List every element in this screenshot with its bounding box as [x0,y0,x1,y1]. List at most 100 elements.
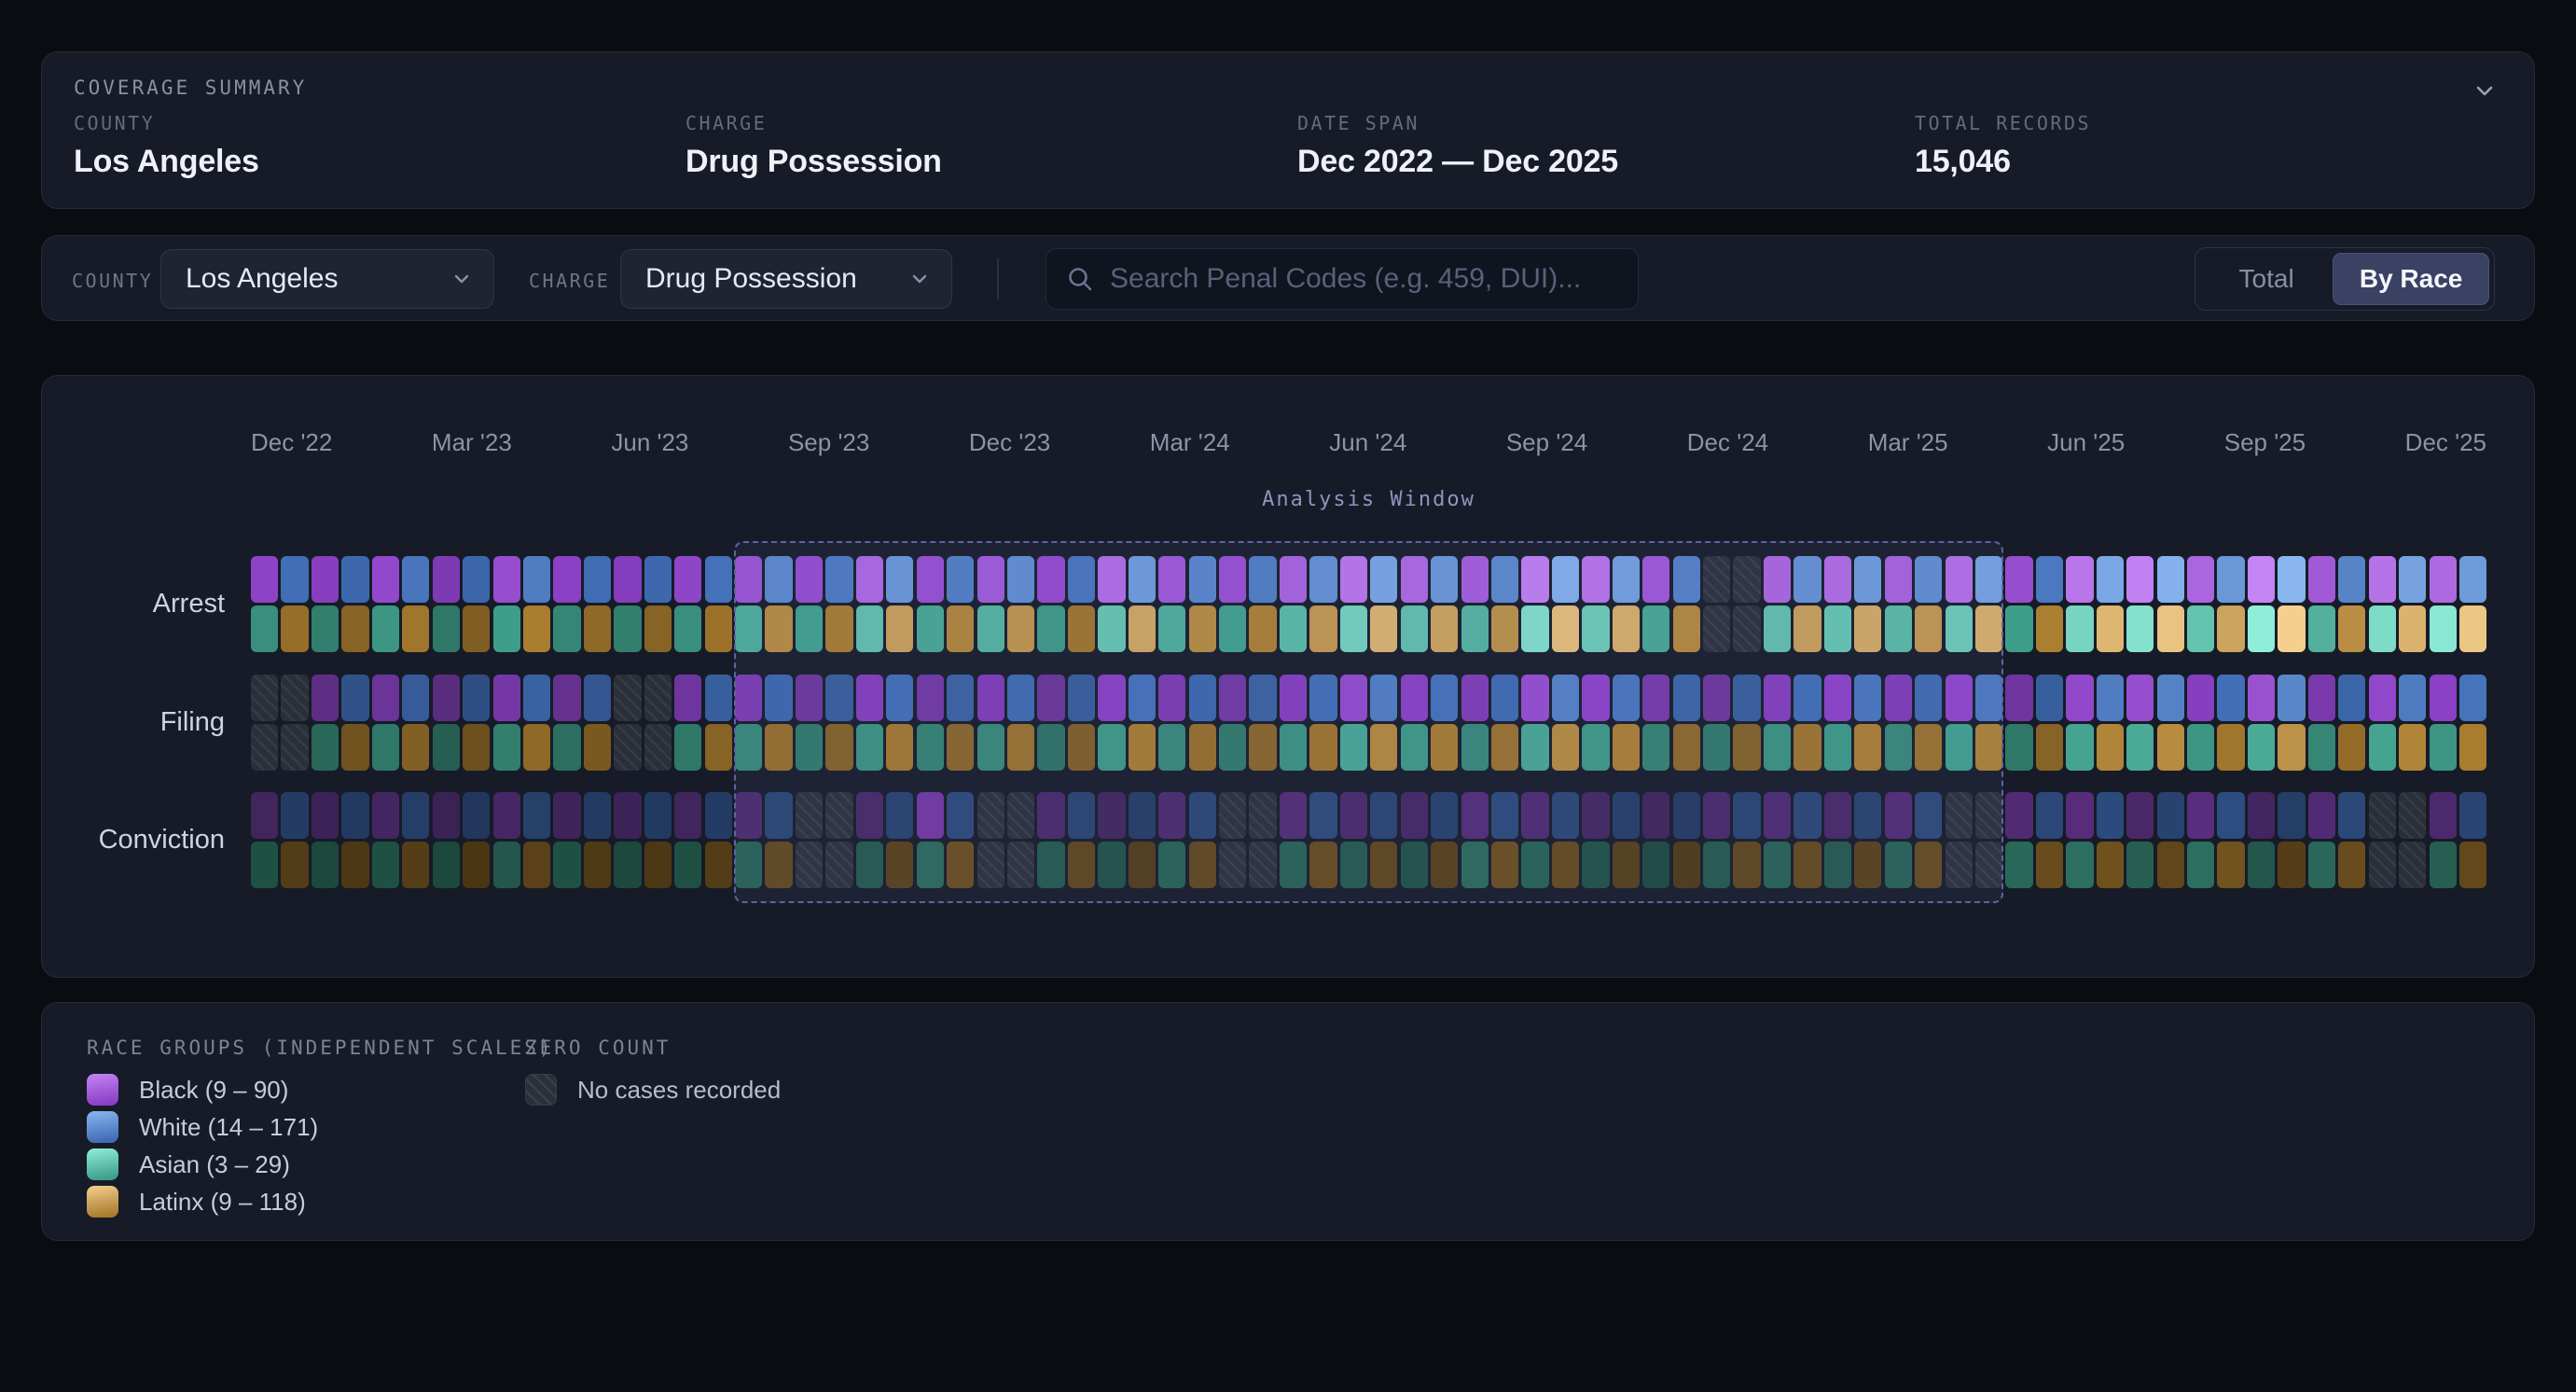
heatmap-cell[interactable] [1098,842,1125,888]
heatmap-cell[interactable] [1158,606,1185,652]
heatmap-cell[interactable] [1703,675,1730,721]
heatmap-cell[interactable] [1703,724,1730,771]
heatmap-cell[interactable] [1340,606,1367,652]
heatmap-cell[interactable] [1733,842,1760,888]
heatmap-cell[interactable] [281,842,308,888]
heatmap-cell[interactable] [433,556,460,603]
heatmap-cell[interactable] [2369,675,2396,721]
heatmap-cell[interactable] [1158,842,1185,888]
heatmap-cell[interactable] [1521,842,1548,888]
heatmap-cell[interactable] [1521,556,1548,603]
heatmap-cell[interactable] [1007,842,1034,888]
heatmap-cell[interactable] [1007,606,1034,652]
heatmap-cell[interactable] [1189,675,1216,721]
heatmap-cell[interactable] [2157,675,2184,721]
heatmap-cell[interactable] [1552,792,1579,839]
heatmap-cell[interactable] [2157,842,2184,888]
heatmap-cell[interactable] [1037,556,1064,603]
heatmap-cell[interactable] [1613,556,1640,603]
heatmap-cell[interactable] [1098,556,1125,603]
heatmap-cell[interactable] [1915,792,1942,839]
heatmap-cell[interactable] [1764,675,1791,721]
heatmap-cell[interactable] [825,792,852,839]
heatmap-cell[interactable] [1764,606,1791,652]
heatmap-cell[interactable] [372,556,399,603]
heatmap-cell[interactable] [2187,792,2214,839]
heatmap-cell[interactable] [1521,724,1548,771]
heatmap-cell[interactable] [1370,792,1397,839]
heatmap-cell[interactable] [1794,675,1821,721]
heatmap-cell[interactable] [2036,792,2063,839]
heatmap-cell[interactable] [402,792,429,839]
heatmap-cell[interactable] [2187,724,2214,771]
heatmap-cell[interactable] [251,842,278,888]
heatmap-cell[interactable] [584,675,611,721]
heatmap-cell[interactable] [1824,556,1851,603]
heatmap-cell[interactable] [523,556,550,603]
heatmap-cell[interactable] [644,792,672,839]
heatmap-cell[interactable] [2459,606,2486,652]
heatmap-cell[interactable] [2278,724,2305,771]
heatmap-cell[interactable] [644,675,672,721]
heatmap-cell[interactable] [2338,724,2365,771]
heatmap-cell[interactable] [2369,792,2396,839]
heatmap-cell[interactable] [2248,724,2275,771]
heatmap-cell[interactable] [735,606,762,652]
heatmap-cell[interactable] [402,556,429,603]
heatmap-cell[interactable] [796,675,823,721]
heatmap-cell[interactable] [977,675,1004,721]
heatmap-cell[interactable] [1037,792,1064,839]
heatmap-cell[interactable] [1491,606,1518,652]
heatmap-cell[interactable] [584,606,611,652]
heatmap-cell[interactable] [1824,792,1851,839]
heatmap-cell[interactable] [1824,675,1851,721]
heatmap-cell[interactable] [765,556,792,603]
heatmap-cell[interactable] [281,675,308,721]
heatmap-cell[interactable] [977,556,1004,603]
heatmap-cell[interactable] [2005,606,2032,652]
heatmap-cell[interactable] [2459,792,2486,839]
heatmap-cell[interactable] [463,724,490,771]
heatmap-cell[interactable] [1613,842,1640,888]
heatmap-cell[interactable] [1401,842,1428,888]
heatmap-cell[interactable] [1854,792,1881,839]
heatmap-cell[interactable] [1552,724,1579,771]
heatmap-cell[interactable] [2430,842,2457,888]
heatmap-cell[interactable] [553,792,580,839]
heatmap-cell[interactable] [1673,606,1700,652]
heatmap-cell[interactable] [1219,606,1246,652]
heatmap-cell[interactable] [1401,606,1428,652]
heatmap-cell[interactable] [2066,792,2093,839]
heatmap-cell[interactable] [312,842,339,888]
heatmap-cell[interactable] [2066,675,2093,721]
heatmap-cell[interactable] [1491,792,1518,839]
heatmap-cell[interactable] [1946,724,1973,771]
heatmap-cell[interactable] [947,842,974,888]
toggle-total-button[interactable]: Total [2200,253,2333,305]
heatmap-cell[interactable] [2430,606,2457,652]
heatmap-cell[interactable] [251,675,278,721]
heatmap-cell[interactable] [493,556,520,603]
heatmap-cell[interactable] [765,606,792,652]
heatmap-cell[interactable] [705,724,732,771]
heatmap-cell[interactable] [372,842,399,888]
heatmap-cell[interactable] [1280,724,1307,771]
heatmap-cell[interactable] [2097,724,2124,771]
heatmap-cell[interactable] [1461,675,1489,721]
heatmap-cell[interactable] [1370,724,1397,771]
heatmap-cell[interactable] [1129,556,1156,603]
heatmap-cell[interactable] [1794,606,1821,652]
heatmap-cell[interactable] [1309,724,1336,771]
heatmap-cell[interactable] [735,792,762,839]
heatmap-cell[interactable] [1098,792,1125,839]
heatmap-cell[interactable] [1068,792,1095,839]
heatmap-cell[interactable] [2217,556,2244,603]
heatmap-cell[interactable] [1340,792,1367,839]
heatmap-cell[interactable] [1642,842,1669,888]
heatmap-cell[interactable] [1007,675,1034,721]
heatmap-cell[interactable] [1915,556,1942,603]
heatmap-cell[interactable] [1007,724,1034,771]
heatmap-cell[interactable] [1461,792,1489,839]
heatmap-cell[interactable] [947,675,974,721]
heatmap-cell[interactable] [977,724,1004,771]
